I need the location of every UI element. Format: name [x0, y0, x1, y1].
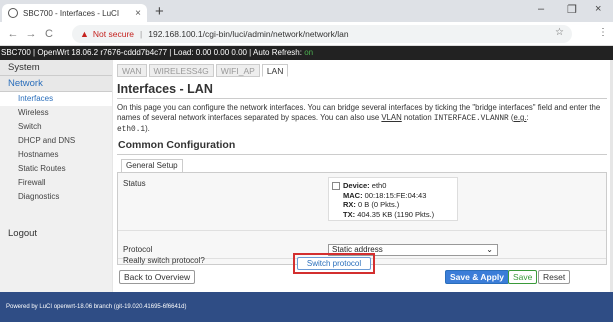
action-bar: Back to Overview Save & Apply Save Reset [117, 270, 607, 286]
browser-window: SBC700 - Interfaces - LuCI × + – ❐ × ← →… [0, 0, 613, 322]
tab-bar: SBC700 - Interfaces - LuCI × + – ❐ × [0, 0, 613, 22]
vlan-link[interactable]: VLAN [381, 113, 401, 122]
mac-label: MAC: [343, 190, 363, 200]
reset-button[interactable]: Reset [538, 270, 571, 284]
url-separator: | [140, 29, 143, 39]
section-divider [117, 154, 607, 155]
mac-value: 00:18:15:FE:04:43 [364, 190, 427, 200]
tab-wan[interactable]: WAN [117, 64, 147, 77]
url-text: 192.168.100.1/cgi-bin/luci/admin/network… [148, 29, 349, 39]
switch-question-label: Really switch protocol? [123, 256, 205, 265]
new-tab-icon[interactable]: + [155, 3, 164, 20]
content-panel: WAN WIRELESS4G WIFI_AP LAN Interfaces - … [113, 60, 610, 292]
main-area: System Network Interfaces Wireless Switc… [0, 60, 613, 292]
sidebar-item-diagnostics[interactable]: Diagnostics [0, 190, 112, 204]
sidebar-item-wireless[interactable]: Wireless [0, 106, 112, 120]
desc-code: eth0.1 [117, 126, 146, 134]
tx-label: TX: [343, 209, 356, 219]
protocol-label: Protocol [123, 245, 153, 254]
tab-wifi-ap[interactable]: WIFI_AP [215, 64, 260, 77]
sidebar-item-hostnames[interactable]: Hostnames [0, 148, 112, 162]
rx-label: RX: [343, 200, 356, 209]
status-label: Status [123, 179, 146, 188]
minimize-icon[interactable]: – [538, 3, 544, 15]
warning-icon: ▲ [80, 29, 89, 39]
tab-close-icon[interactable]: × [135, 8, 141, 19]
desc-text: ). [145, 124, 150, 133]
rx-value: 0 B (0 Pkts.) [358, 200, 400, 209]
sidebar-logout[interactable]: Logout [8, 228, 37, 239]
page-description: On this page you can configure the netwo… [117, 103, 607, 135]
url-field[interactable]: ▲ Not secure | 192.168.100.1/cgi-bin/luc… [72, 25, 572, 43]
not-secure-label[interactable]: Not secure [93, 29, 134, 39]
luci-status-bar: SBC700 | OpenWrt 18.06.2 r7676-cddd7b4c7… [0, 46, 613, 60]
back-to-overview-button[interactable]: Back to Overview [119, 270, 196, 284]
back-icon[interactable]: ← [4, 28, 22, 40]
switch-protocol-button[interactable]: Switch protocol [297, 257, 371, 270]
status-row: Status Device: eth0 MAC: 00:18:15:FE:04:… [118, 173, 606, 231]
desc-text: notation [401, 113, 434, 122]
reload-icon[interactable]: C [40, 28, 58, 40]
sidebar-item-dhcp-dns[interactable]: DHCP and DNS [0, 134, 112, 148]
eg-abbr: e.g. [513, 113, 527, 122]
page-title: Interfaces - LAN [117, 82, 213, 96]
tab-wireless4g[interactable]: WIRELESS4G [148, 64, 214, 77]
restore-icon[interactable]: ❐ [567, 3, 577, 16]
globe-icon [8, 8, 18, 18]
device-label: Device: [343, 181, 370, 190]
tab-general-setup[interactable]: General Setup [121, 159, 183, 172]
close-window-icon[interactable]: × [595, 3, 601, 15]
forward-icon[interactable]: → [22, 28, 40, 40]
title-divider [117, 98, 607, 99]
status-box: Device: eth0 MAC: 00:18:15:FE:04:43 RX: … [328, 177, 458, 221]
sidebar-item-switch[interactable]: Switch [0, 120, 112, 134]
sidebar-item-static-routes[interactable]: Static Routes [0, 162, 112, 176]
sidebar-item-firewall[interactable]: Firewall [0, 176, 112, 190]
tab-title: SBC700 - Interfaces - LuCI [23, 8, 120, 18]
address-bar: ← → C ▲ Not secure | 192.168.100.1/cgi-b… [0, 22, 613, 46]
general-setup-panel: Status Device: eth0 MAC: 00:18:15:FE:04:… [117, 172, 607, 274]
chevron-down-icon: ⌄ [486, 245, 493, 254]
desc-code: INTERFACE.VLANNR [433, 115, 509, 123]
tab-lan[interactable]: LAN [261, 64, 289, 77]
sidebar-network[interactable]: Network [0, 76, 112, 92]
ethernet-icon [332, 182, 340, 190]
browser-tab[interactable]: SBC700 - Interfaces - LuCI × [2, 4, 147, 22]
browser-menu-icon[interactable]: ⋮ [598, 27, 608, 38]
desc-text: : [526, 113, 529, 122]
save-apply-button[interactable]: Save & Apply [445, 270, 510, 284]
save-button[interactable]: Save [508, 270, 538, 284]
tx-value: 404.35 KB (1190 Pkts.) [357, 209, 435, 219]
status-text: SBC700 | OpenWrt 18.06.2 r7676-cddd7b4c7… [1, 48, 305, 57]
footer: Powered by LuCI openwrt-18.06 branch (gi… [0, 292, 613, 322]
section-title: Common Configuration [118, 139, 236, 151]
sidebar-system[interactable]: System [0, 60, 112, 76]
sidebar-item-interfaces[interactable]: Interfaces [0, 92, 112, 106]
sidebar: System Network Interfaces Wireless Switc… [0, 60, 112, 292]
interface-tabs: WAN WIRELESS4G WIFI_AP LAN [117, 64, 290, 77]
bookmark-star-icon[interactable]: ☆ [555, 27, 564, 38]
auto-refresh-toggle[interactable]: on [304, 48, 313, 57]
device-value: eth0 [371, 181, 387, 190]
